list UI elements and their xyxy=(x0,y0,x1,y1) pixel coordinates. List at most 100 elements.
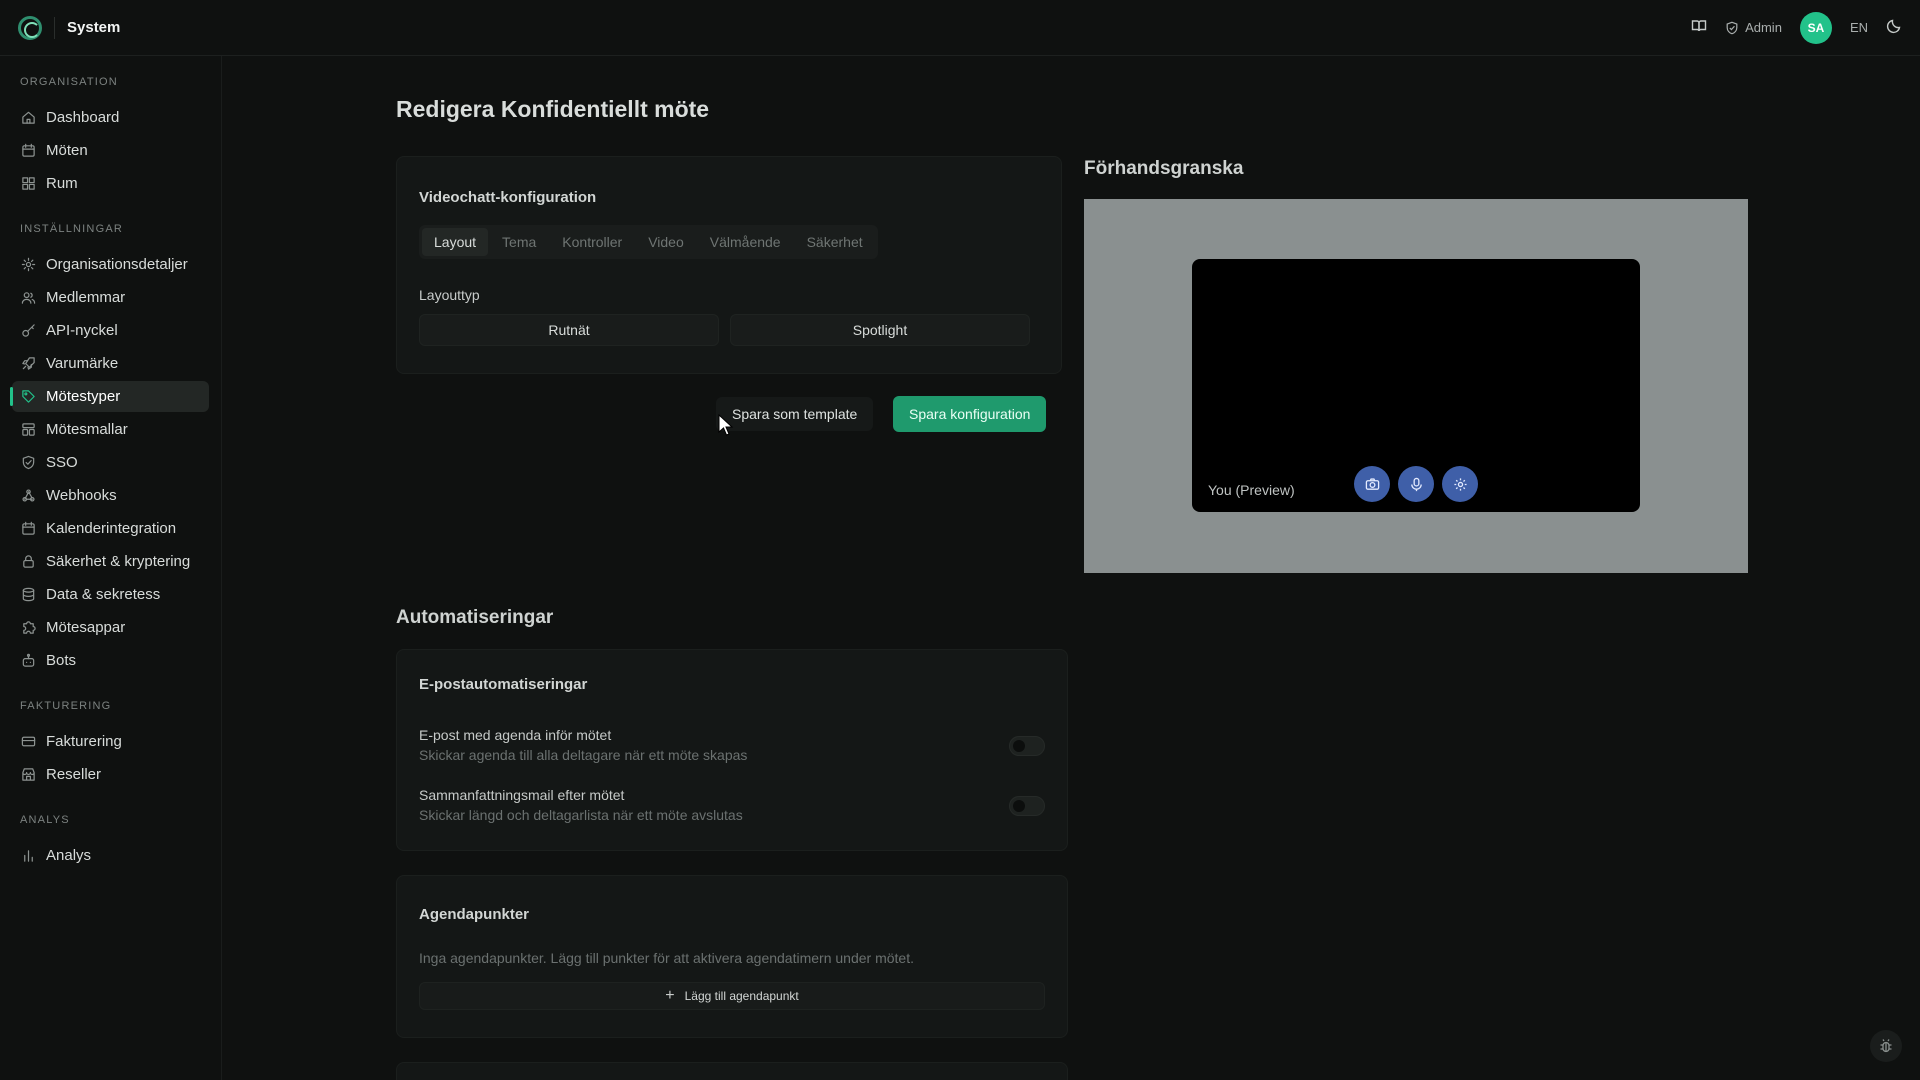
sidebar-section-label: ORGANISATION xyxy=(20,76,118,88)
sidebar-item[interactable]: Fakturering xyxy=(12,726,209,757)
sidebar-item[interactable]: Säkerhet & kryptering xyxy=(12,546,209,577)
sidebar-item[interactable]: Kalenderintegration xyxy=(12,513,209,544)
add-agenda-item-button[interactable]: + Lägg till agendapunkt xyxy=(419,982,1045,1010)
sidebar-item-label: Mötesappar xyxy=(46,619,126,636)
config-tab[interactable]: Layout xyxy=(422,228,489,256)
email-automations-title: E-postautomatiseringar xyxy=(419,676,588,693)
sidebar-section-label: FAKTURERING xyxy=(20,700,112,712)
home-icon xyxy=(20,110,36,126)
layout-option-spotlight[interactable]: Spotlight xyxy=(730,314,1030,346)
sidebar-item-label: Dashboard xyxy=(46,109,120,126)
template-icon xyxy=(20,422,36,438)
puzzle-icon xyxy=(20,620,36,636)
sidebar-item-label: Medlemmar xyxy=(46,289,126,306)
config-tab[interactable]: Välmående xyxy=(698,228,793,256)
sidebar-item[interactable]: Dashboard xyxy=(12,102,209,133)
sidebar-item-label: Rum xyxy=(46,175,78,192)
sidebar-item[interactable]: Analys xyxy=(12,840,209,871)
microphone-icon xyxy=(1410,477,1422,491)
add-agenda-label: Lägg till agendapunkt xyxy=(684,989,799,1003)
sidebar-item[interactable]: Medlemmar xyxy=(12,282,209,313)
sidebar-item-label: Varumärke xyxy=(46,355,119,372)
sidebar-item-label: SSO xyxy=(46,454,78,471)
key-icon xyxy=(20,323,36,339)
bot-icon xyxy=(20,653,36,669)
config-tab[interactable]: Kontroller xyxy=(550,228,634,256)
mouse-cursor-icon xyxy=(718,414,734,436)
sidebar-item-label: Organisationsdetaljer xyxy=(46,256,188,273)
sidebar-item[interactable]: Varumärke xyxy=(12,348,209,379)
sidebar-item[interactable]: Reseller xyxy=(12,759,209,790)
database-icon xyxy=(20,587,36,603)
sidebar-item[interactable]: Webhooks xyxy=(12,480,209,511)
app-logo-icon[interactable] xyxy=(18,15,42,40)
bar-chart-icon xyxy=(20,848,36,864)
microphone-button[interactable] xyxy=(1398,466,1434,502)
you-preview-label: You (Preview) xyxy=(1208,482,1295,498)
sidebar-section-label: INSTÄLLNINGAR xyxy=(20,223,124,235)
plus-icon: + xyxy=(665,987,675,1004)
config-tab[interactable]: Video xyxy=(636,228,696,256)
sidebar-item-label: Mötesmallar xyxy=(46,421,128,438)
user-avatar[interactable]: SA xyxy=(1799,11,1832,44)
video-preview: You (Preview) xyxy=(1192,259,1640,512)
rocket-icon xyxy=(20,356,36,372)
automations-title: Automatiseringar xyxy=(396,607,554,628)
preview-title: Förhandsgranska xyxy=(1084,158,1244,179)
preview-frame: You (Preview) xyxy=(1084,199,1748,573)
sidebar: ORGANISATION Dashboard Möten Rum INSTÄLLNING… xyxy=(0,56,222,1080)
calendar-icon xyxy=(20,143,36,159)
sidebar-item-label: Möten xyxy=(46,142,88,159)
save-config-button[interactable]: Spara konfiguration xyxy=(893,396,1047,432)
sidebar-item-label: Webhooks xyxy=(46,487,117,504)
sidebar-section-label: ANALYS xyxy=(20,814,70,826)
topbar-divider xyxy=(54,16,55,39)
agenda-title: Agendapunkter xyxy=(419,906,530,923)
sidebar-item[interactable]: Bots xyxy=(12,645,209,676)
sidebar-item[interactable]: Organisationsdetaljer xyxy=(12,249,209,280)
bug-report-icon[interactable] xyxy=(1870,1030,1902,1062)
automation-title: Sammanfattningsmail efter mötet xyxy=(419,787,625,803)
users-icon xyxy=(20,290,36,306)
shield-icon xyxy=(20,455,36,471)
automation-row-agenda: E-post med agenda inför mötet Skickar ag… xyxy=(419,727,747,763)
sidebar-item[interactable]: Data & sekretess xyxy=(12,579,209,610)
config-tab[interactable]: Säkerhet xyxy=(795,228,875,256)
agenda-email-toggle[interactable] xyxy=(1009,736,1045,756)
camera-button[interactable] xyxy=(1354,466,1390,502)
top-bar: System Admin SA EN xyxy=(0,0,1920,56)
grid-icon xyxy=(20,176,36,192)
sidebar-item-label: Kalenderintegration xyxy=(46,520,177,537)
sidebar-item[interactable]: Mötesmallar xyxy=(12,414,209,445)
sidebar-item[interactable]: API-nyckel xyxy=(12,315,209,346)
config-tab[interactable]: Tema xyxy=(490,228,548,256)
settings-button[interactable] xyxy=(1442,466,1478,502)
moon-icon[interactable] xyxy=(1886,18,1902,37)
app-title: System xyxy=(67,19,121,36)
video-config-card: Videochatt-konfiguration Layout Tema Kontr… xyxy=(396,156,1062,374)
admin-badge[interactable]: Admin xyxy=(1725,20,1782,35)
sidebar-item[interactable]: Rum xyxy=(12,168,209,199)
automation-description: Skickar agenda till alla deltagare när e… xyxy=(419,747,748,763)
credit-card-icon xyxy=(20,734,36,750)
next-card xyxy=(396,1062,1068,1080)
email-automations-card: E-postautomatiseringar E-post med agenda… xyxy=(396,649,1068,851)
sidebar-section: ANALYS Analys xyxy=(12,814,209,871)
page-title: Redigera Konfidentiellt möte xyxy=(396,96,710,122)
sidebar-item-label: Reseller xyxy=(46,766,102,783)
webhook-icon xyxy=(20,488,36,504)
sidebar-item[interactable]: Mötestyper xyxy=(10,381,209,412)
sidebar-item-label: API-nyckel xyxy=(46,322,118,339)
sidebar-section: INSTÄLLNINGAR Organisationsdetaljer Medlem… xyxy=(10,223,209,676)
docs-book-icon[interactable] xyxy=(1691,18,1707,37)
language-switch[interactable]: EN xyxy=(1850,20,1868,35)
agenda-card: Agendapunkter Inga agendapunkter. Lägg t… xyxy=(396,875,1068,1038)
sidebar-item[interactable]: Möten xyxy=(12,135,209,166)
summary-email-toggle[interactable] xyxy=(1009,796,1045,816)
layout-option-grid[interactable]: Rutnät xyxy=(419,314,719,346)
sidebar-item[interactable]: Mötesappar xyxy=(12,612,209,643)
agenda-empty-text: Inga agendapunkter. Lägg till punkter fö… xyxy=(419,950,914,966)
sidebar-item[interactable]: SSO xyxy=(12,447,209,478)
sidebar-section: ORGANISATION Dashboard Möten Rum xyxy=(12,76,209,199)
save-as-template-button[interactable]: Spara som template xyxy=(716,397,874,431)
